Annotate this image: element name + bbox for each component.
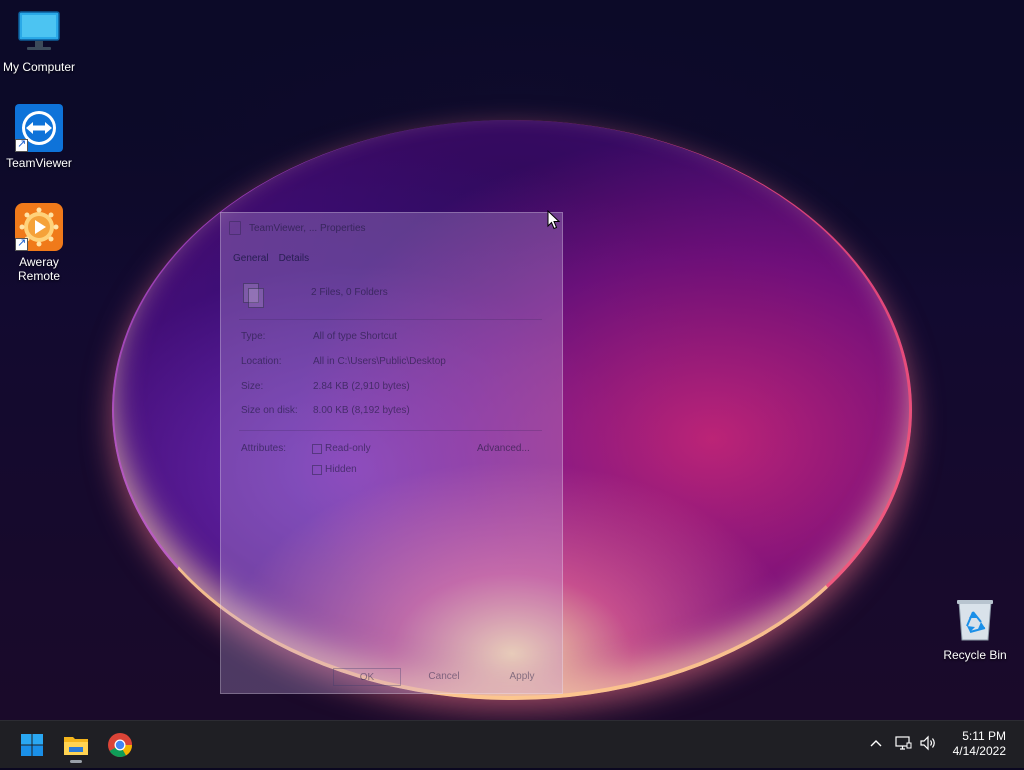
property-row-size: Size: 2.84 KB (2,910 bytes): [241, 381, 541, 395]
desktop-icon-label: Recycle Bin: [943, 648, 1007, 662]
desktop-icon-teamviewer[interactable]: TeamViewer: [0, 104, 78, 170]
file-icon: [229, 221, 241, 235]
property-value: All of type Shortcut: [313, 331, 397, 342]
selection-summary: 2 Files, 0 Folders: [311, 287, 388, 298]
multiple-files-icon: [243, 283, 264, 308]
properties-dialog[interactable]: TeamViewer, ... Properties General Detai…: [220, 212, 563, 694]
chrome-button[interactable]: [100, 725, 140, 765]
shortcut-arrow-icon: [15, 236, 28, 251]
property-label: Type:: [241, 331, 266, 342]
desktop-icon-label: TeamViewer: [6, 156, 72, 170]
read-only-label[interactable]: Read-only: [325, 443, 371, 454]
desktop-icon-recycle-bin[interactable]: Recycle Bin: [936, 596, 1014, 662]
start-icon: [21, 734, 43, 756]
desktop-icon-aweray-remote[interactable]: Aweray Remote: [0, 203, 78, 283]
monitor-icon: [15, 8, 63, 56]
network-icon[interactable]: [893, 733, 913, 753]
mouse-pointer-icon: [547, 209, 561, 230]
advanced-button[interactable]: Advanced...: [477, 443, 530, 454]
property-value: 2.84 KB (2,910 bytes): [313, 381, 410, 392]
read-only-checkbox[interactable]: [312, 444, 322, 454]
file-explorer-icon: [64, 737, 88, 755]
cancel-button[interactable]: Cancel: [411, 668, 477, 686]
dialog-tabs: General Details: [233, 253, 309, 264]
aweray-remote-icon: [15, 203, 63, 251]
desktop-icon-label: Aweray Remote: [17, 255, 61, 283]
divider: [239, 319, 542, 320]
hidden-checkbox[interactable]: [312, 465, 322, 475]
hidden-label[interactable]: Hidden: [325, 464, 357, 475]
file-explorer-button[interactable]: [56, 725, 96, 765]
dialog-title: TeamViewer, ... Properties: [249, 222, 366, 234]
recycle-bin-icon: [951, 596, 999, 644]
property-row-size-on-disk: Size on disk: 8.00 KB (8,192 bytes): [241, 405, 541, 419]
system-clock[interactable]: 5:11 PM 4/14/2022: [936, 729, 1006, 759]
property-label: Size on disk:: [241, 405, 298, 416]
tab-general[interactable]: General: [233, 253, 269, 264]
chevron-up-icon[interactable]: [866, 733, 886, 753]
property-row-type: Type: All of type Shortcut: [241, 331, 541, 345]
shortcut-arrow-icon: [15, 137, 28, 152]
property-label: Location:: [241, 356, 282, 367]
taskbar: 5:11 PM 4/14/2022: [0, 720, 1024, 768]
property-row-location: Location: All in C:\Users\Public\Desktop: [241, 356, 541, 370]
running-indicator: [70, 760, 82, 763]
dialog-title-bar[interactable]: TeamViewer, ... Properties: [229, 219, 366, 237]
tab-details[interactable]: Details: [279, 253, 310, 264]
teamviewer-icon: [15, 104, 63, 152]
clock-date: 4/14/2022: [952, 744, 1006, 758]
start-button[interactable]: [12, 725, 52, 765]
clock-time: 5:11 PM: [962, 729, 1006, 743]
divider: [239, 430, 542, 431]
ok-button[interactable]: OK: [333, 668, 401, 686]
attributes-label: Attributes:: [241, 443, 287, 454]
apply-button[interactable]: Apply: [489, 668, 555, 686]
property-label: Size:: [241, 381, 264, 392]
desktop-icon-my-computer[interactable]: My Computer: [0, 8, 78, 74]
desktop-icon-label: My Computer: [2, 60, 76, 74]
property-value: All in C:\Users\Public\Desktop: [313, 356, 446, 367]
property-value: 8.00 KB (8,192 bytes): [313, 405, 410, 416]
chrome-icon: [108, 733, 132, 758]
volume-icon[interactable]: [918, 733, 938, 753]
